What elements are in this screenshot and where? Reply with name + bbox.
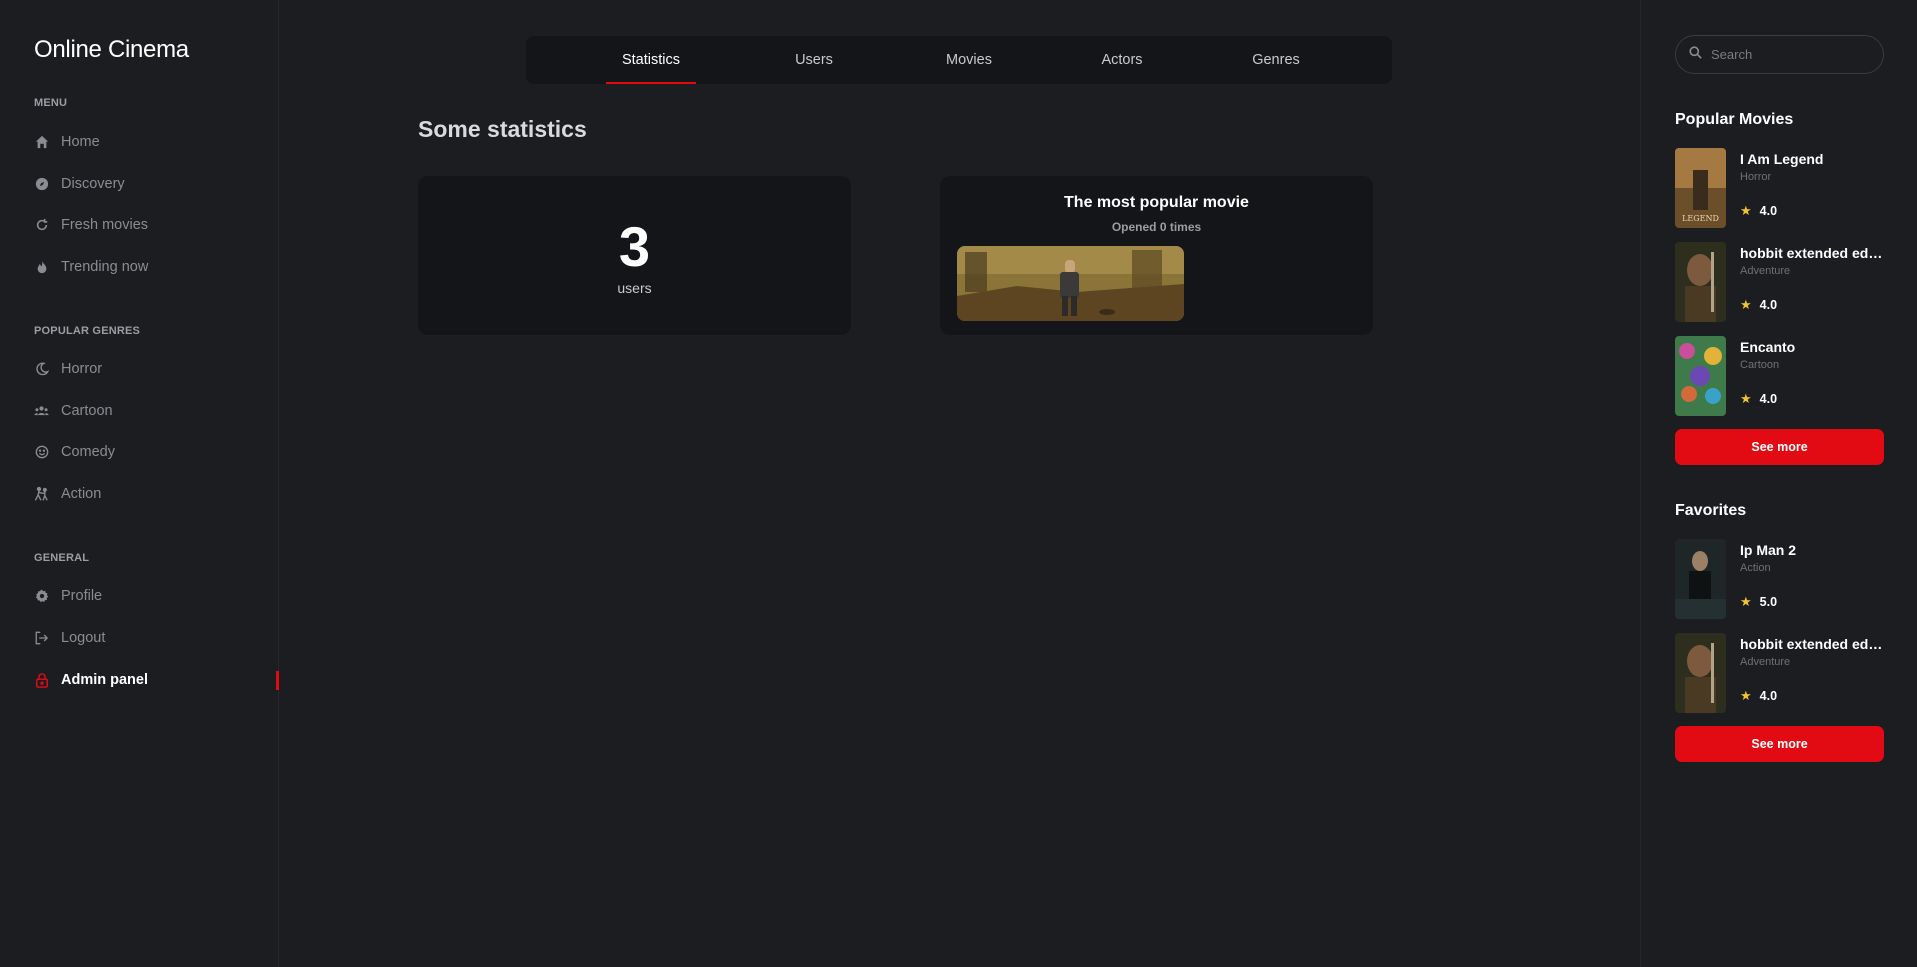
star-icon: ★ bbox=[1740, 594, 1752, 609]
movie-banner-image[interactable] bbox=[957, 246, 1184, 321]
star-icon: ★ bbox=[1740, 391, 1752, 406]
sidebar-item-admin-panel[interactable]: Admin panel bbox=[34, 666, 279, 694]
movie-rating: ★ 4.0 bbox=[1740, 297, 1777, 313]
movie-rating: ★ 5.0 bbox=[1740, 594, 1777, 610]
movie-title: hobbit extended edition bbox=[1740, 636, 1884, 652]
refresh-icon bbox=[34, 218, 49, 233]
tab-actors[interactable]: Actors bbox=[1090, 36, 1154, 84]
users-count-card: 3 users bbox=[418, 176, 851, 335]
sidebar-item-cartoon[interactable]: Cartoon bbox=[34, 397, 279, 425]
sidebar-item-label: Discovery bbox=[61, 176, 125, 192]
star-icon: ★ bbox=[1740, 688, 1752, 703]
sidebar-item-label: Cartoon bbox=[61, 403, 113, 419]
most-popular-movie-card: The most popular movie Opened 0 times bbox=[940, 176, 1373, 335]
app-logo[interactable]: Online Cinema bbox=[34, 36, 189, 64]
opened-count: Opened 0 times bbox=[1111, 220, 1202, 234]
search-icon bbox=[1689, 45, 1702, 64]
tab-movies[interactable]: Movies bbox=[936, 36, 1002, 84]
movie-genre: Cartoon bbox=[1740, 359, 1780, 371]
movie-title: Encanto bbox=[1740, 339, 1796, 355]
admin-tabs: Statistics Users Movies Actors Genres bbox=[526, 36, 1392, 84]
popular-movies-heading: Popular Movies bbox=[1675, 111, 1794, 128]
page-title: Some statistics bbox=[418, 116, 587, 142]
tab-genres[interactable]: Genres bbox=[1244, 36, 1308, 84]
movie-genre: Adventure bbox=[1740, 265, 1791, 277]
movie-genre: Adventure bbox=[1740, 656, 1791, 668]
sidebar-item-label: Trending now bbox=[61, 259, 149, 275]
star-icon: ★ bbox=[1740, 297, 1752, 312]
fighting-icon bbox=[34, 486, 49, 502]
movie-poster bbox=[1675, 336, 1726, 416]
popular-genres-heading: Popular genres bbox=[34, 325, 141, 337]
users-count-label: users bbox=[617, 280, 652, 296]
most-popular-title: The most popular movie bbox=[1064, 194, 1249, 211]
tab-users[interactable]: Users bbox=[784, 36, 844, 84]
sidebar-item-discovery[interactable]: Discovery bbox=[34, 170, 279, 198]
sidebar-item-label: Action bbox=[61, 486, 102, 502]
movie-rating: ★ 4.0 bbox=[1740, 688, 1777, 704]
rating-value: 4.0 bbox=[1759, 392, 1778, 406]
active-indicator bbox=[276, 671, 279, 690]
popular-see-more-button[interactable]: See more bbox=[1675, 429, 1884, 465]
sidebar-item-profile[interactable]: Profile bbox=[34, 582, 279, 610]
users-count: 3 bbox=[618, 215, 651, 278]
movie-poster bbox=[1675, 242, 1726, 322]
movie-poster: LEGEND bbox=[1675, 148, 1726, 228]
rating-value: 5.0 bbox=[1759, 595, 1778, 609]
fire-icon bbox=[34, 260, 49, 275]
smile-icon bbox=[34, 445, 49, 460]
rating-value: 4.0 bbox=[1759, 298, 1778, 312]
tab-statistics[interactable]: Statistics bbox=[606, 36, 696, 84]
movie-poster bbox=[1675, 633, 1726, 713]
left-sidebar: Online Cinema Menu Home Discovery Fresh … bbox=[0, 0, 279, 967]
star-icon: ★ bbox=[1740, 203, 1752, 218]
search-box[interactable] bbox=[1675, 35, 1884, 74]
search-input[interactable] bbox=[1711, 47, 1871, 62]
favorites-see-more-button[interactable]: See more bbox=[1675, 726, 1884, 762]
logout-icon bbox=[34, 631, 49, 646]
rating-value: 4.0 bbox=[1759, 689, 1778, 703]
favorite-movie-item[interactable]: Ip Man 2 Action ★ 5.0 bbox=[1675, 539, 1884, 619]
lock-icon bbox=[34, 672, 49, 688]
favorite-movie-item[interactable]: hobbit extended edition Adventure ★ 4.0 bbox=[1675, 633, 1884, 713]
favorites-heading: Favorites bbox=[1675, 502, 1747, 519]
movie-title: hobbit extended edition bbox=[1740, 245, 1884, 261]
sidebar-item-fresh-movies[interactable]: Fresh movies bbox=[34, 211, 279, 239]
gear-icon bbox=[34, 589, 49, 604]
popular-movie-item[interactable]: LEGEND I Am Legend Horror ★ 4.0 bbox=[1675, 148, 1884, 228]
sidebar-item-label: Logout bbox=[61, 630, 106, 646]
svg-text:LEGEND: LEGEND bbox=[1682, 214, 1719, 223]
right-sidebar: Popular Movies LEGEND I Am Legend Horror… bbox=[1640, 0, 1917, 967]
movie-genre: Horror bbox=[1740, 171, 1772, 183]
movie-poster bbox=[1675, 539, 1726, 619]
sidebar-item-comedy[interactable]: Comedy bbox=[34, 438, 279, 466]
movie-genre: Action bbox=[1740, 562, 1771, 574]
menu-heading: Menu bbox=[34, 97, 68, 109]
popular-movie-item[interactable]: Encanto Cartoon ★ 4.0 bbox=[1675, 336, 1884, 416]
home-icon bbox=[34, 135, 49, 150]
movie-rating: ★ 4.0 bbox=[1740, 391, 1777, 407]
sidebar-item-home[interactable]: Home bbox=[34, 128, 279, 156]
sidebar-item-label: Comedy bbox=[61, 444, 115, 460]
moon-icon bbox=[34, 362, 49, 377]
popular-movie-item[interactable]: hobbit extended edition Adventure ★ 4.0 bbox=[1675, 242, 1884, 322]
sidebar-item-horror[interactable]: Horror bbox=[34, 355, 279, 383]
rating-value: 4.0 bbox=[1759, 204, 1778, 218]
sidebar-item-logout[interactable]: Logout bbox=[34, 624, 279, 652]
compass-icon bbox=[34, 177, 49, 192]
sidebar-item-trending-now[interactable]: Trending now bbox=[34, 253, 279, 281]
sidebar-item-label: Horror bbox=[61, 361, 103, 377]
sidebar-item-label: Fresh movies bbox=[61, 217, 149, 233]
sidebar-item-label: Home bbox=[61, 134, 100, 150]
general-heading: General bbox=[34, 552, 90, 564]
sidebar-item-label: Admin panel bbox=[61, 672, 149, 688]
sidebar-item-label: Profile bbox=[61, 588, 103, 604]
sidebar-item-action[interactable]: Action bbox=[34, 480, 279, 508]
movie-title: Ip Man 2 bbox=[1740, 542, 1797, 558]
movie-rating: ★ 4.0 bbox=[1740, 203, 1777, 219]
movie-title: I Am Legend bbox=[1740, 151, 1824, 167]
users-icon bbox=[34, 404, 49, 419]
